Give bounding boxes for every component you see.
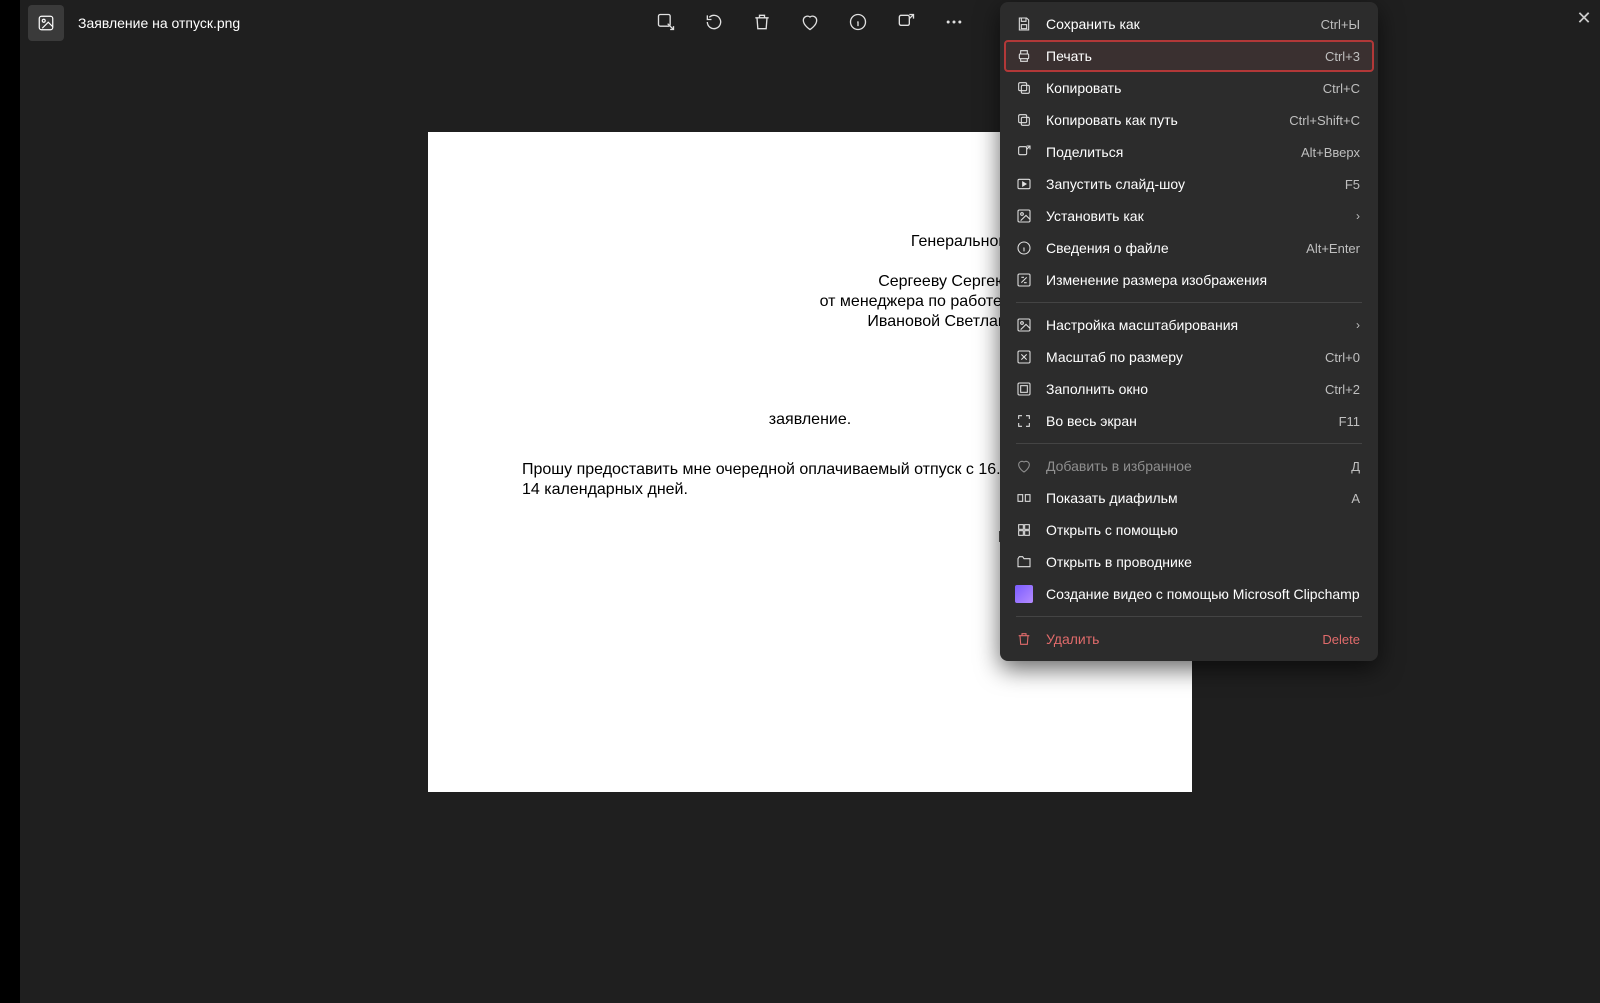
menu-item: Добавить в избранное Д — [1004, 450, 1374, 482]
clipchamp-icon — [1014, 584, 1034, 604]
delete-button[interactable] — [748, 8, 776, 36]
chevron-right-icon: › — [1356, 209, 1360, 223]
menu-item-label: Печать — [1046, 48, 1317, 64]
set-as-icon — [1014, 206, 1034, 226]
menu-item-shortcut: Ctrl+0 — [1325, 350, 1360, 365]
app-window: Заявление на отпуск.png ✕ Генеральному д… — [20, 0, 1600, 1003]
rotate-button[interactable] — [700, 8, 728, 36]
edit-button[interactable] — [652, 8, 680, 36]
copy-path-icon — [1014, 110, 1034, 130]
menu-item-label: Удалить — [1046, 631, 1314, 647]
menu-item-label: Поделиться — [1046, 144, 1293, 160]
menu-item[interactable]: Настройка масштабирования › — [1004, 309, 1374, 341]
menu-item[interactable]: Заполнить окно Ctrl+2 — [1004, 373, 1374, 405]
open-with-icon — [1014, 520, 1034, 540]
menu-separator — [1016, 616, 1362, 617]
menu-item[interactable]: Копировать как путь Ctrl+Shift+C — [1004, 104, 1374, 136]
menu-item[interactable]: Изменение размера изображения — [1004, 264, 1374, 296]
menu-item[interactable]: Печать Ctrl+3 — [1004, 40, 1374, 72]
menu-item-label: Изменение размера изображения — [1046, 272, 1360, 288]
menu-item-label: Масштаб по размеру — [1046, 349, 1317, 365]
menu-item-label: Сохранить как — [1046, 16, 1313, 32]
menu-item-label: Копировать — [1046, 80, 1315, 96]
menu-item-label: Добавить в избранное — [1046, 458, 1343, 474]
save-as-icon — [1014, 14, 1034, 34]
menu-separator — [1016, 302, 1362, 303]
menu-item[interactable]: Сведения о файле Alt+Enter — [1004, 232, 1374, 264]
menu-item-shortcut: Delete — [1322, 632, 1360, 647]
menu-item-label: Создание видео с помощью Microsoft Clipc… — [1046, 586, 1360, 602]
print-icon — [1014, 46, 1034, 66]
menu-item[interactable]: Запустить слайд-шоу F5 — [1004, 168, 1374, 200]
menu-item[interactable]: Установить как › — [1004, 200, 1374, 232]
menu-item-label: Установить как — [1046, 208, 1348, 224]
share-icon — [1014, 142, 1034, 162]
menu-item-shortcut: A — [1351, 491, 1360, 506]
copy-icon — [1014, 78, 1034, 98]
menu-item-shortcut: Alt+Enter — [1306, 241, 1360, 256]
delete-icon — [1014, 629, 1034, 649]
fullscreen-icon — [1014, 411, 1034, 431]
context-menu: Сохранить как Ctrl+Ы Печать Ctrl+3 Копироват… — [1000, 2, 1378, 661]
menu-item-shortcut: F5 — [1345, 177, 1360, 192]
menu-item-shortcut: F11 — [1339, 414, 1360, 429]
info-icon — [1014, 238, 1034, 258]
menu-item[interactable]: Открыть в проводнике — [1004, 546, 1374, 578]
fill-icon — [1014, 379, 1034, 399]
menu-item-shortcut: Ctrl+3 — [1325, 49, 1360, 64]
menu-item-label: Настройка масштабирования — [1046, 317, 1348, 333]
explorer-icon — [1014, 552, 1034, 572]
share-button[interactable] — [892, 8, 920, 36]
favorite-icon — [1014, 456, 1034, 476]
info-button[interactable] — [844, 8, 872, 36]
menu-item-label: Сведения о файле — [1046, 240, 1298, 256]
favorite-button[interactable] — [796, 8, 824, 36]
menu-item-label: Заполнить окно — [1046, 381, 1317, 397]
fit-icon — [1014, 347, 1034, 367]
toolbar — [652, 8, 968, 36]
resize-icon — [1014, 270, 1034, 290]
menu-item[interactable]: Копировать Ctrl+C — [1004, 72, 1374, 104]
menu-item-label: Копировать как путь — [1046, 112, 1281, 128]
menu-item-label: Открыть с помощью — [1046, 522, 1360, 538]
menu-item[interactable]: Во весь экран F11 — [1004, 405, 1374, 437]
app-icon[interactable] — [28, 5, 64, 41]
menu-item[interactable]: Масштаб по размеру Ctrl+0 — [1004, 341, 1374, 373]
menu-item-shortcut: Ctrl+C — [1323, 81, 1360, 96]
zoom-settings-icon — [1014, 315, 1034, 335]
menu-item-label: Открыть в проводнике — [1046, 554, 1360, 570]
more-button[interactable] — [940, 8, 968, 36]
file-name: Заявление на отпуск.png — [78, 15, 240, 31]
menu-item[interactable]: Открыть с помощью — [1004, 514, 1374, 546]
menu-item[interactable]: Поделиться Alt+Вверх — [1004, 136, 1374, 168]
left-strip — [0, 0, 20, 1003]
menu-item[interactable]: Показать диафильм A — [1004, 482, 1374, 514]
chevron-right-icon: › — [1356, 318, 1360, 332]
menu-item-label: Во весь экран — [1046, 413, 1331, 429]
menu-item[interactable]: Создание видео с помощью Microsoft Clipc… — [1004, 578, 1374, 610]
slideshow-icon — [1014, 174, 1034, 194]
close-button[interactable]: ✕ — [1574, 8, 1594, 28]
menu-item-shortcut: Ctrl+Shift+C — [1289, 113, 1360, 128]
menu-item-shortcut: Ctrl+Ы — [1321, 17, 1360, 32]
menu-item[interactable]: Сохранить как Ctrl+Ы — [1004, 8, 1374, 40]
menu-separator — [1016, 443, 1362, 444]
menu-item[interactable]: Удалить Delete — [1004, 623, 1374, 655]
menu-item-shortcut: Ctrl+2 — [1325, 382, 1360, 397]
menu-item-label: Показать диафильм — [1046, 490, 1343, 506]
menu-item-label: Запустить слайд-шоу — [1046, 176, 1337, 192]
menu-item-shortcut: Alt+Вверх — [1301, 145, 1360, 160]
menu-item-shortcut: Д — [1351, 459, 1360, 474]
filmstrip-icon — [1014, 488, 1034, 508]
